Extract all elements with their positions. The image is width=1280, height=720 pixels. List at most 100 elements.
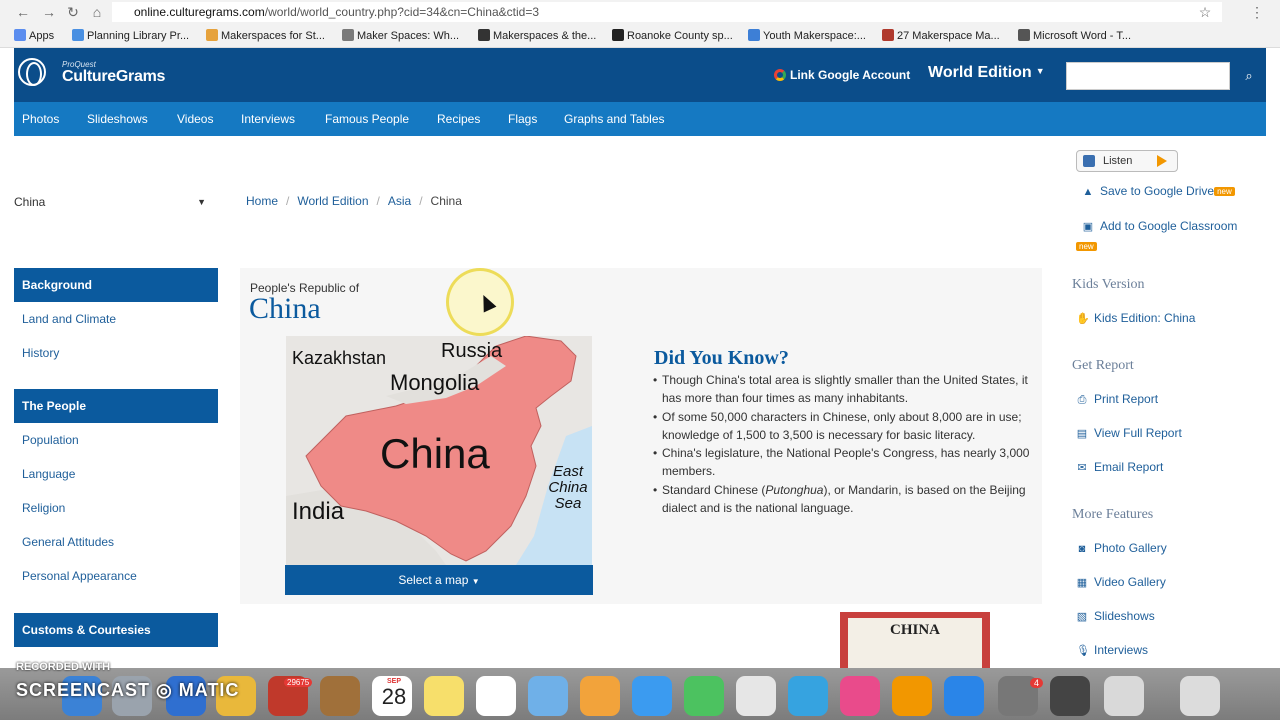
bookmark-item[interactable]: Makerspaces for St...: [206, 28, 325, 44]
caret-down-icon: ▼: [471, 577, 480, 586]
nav-link-videos[interactable]: Videos: [177, 112, 213, 126]
country-select-value: China: [14, 195, 46, 209]
nav-link-slideshows[interactable]: Slideshows: [87, 112, 148, 126]
fact-text: Standard Chinese (: [662, 482, 766, 497]
bookmark-item[interactable]: Apps: [14, 28, 54, 44]
interviews-link[interactable]: 🎙 Interviews: [1076, 643, 1148, 657]
breadcrumb: Home / World Edition / Asia / China: [246, 194, 462, 208]
dock-app-icon[interactable]: [788, 676, 828, 716]
dock-app-icon[interactable]: [1050, 676, 1090, 716]
sidebar-item-religion[interactable]: Religion: [22, 501, 65, 515]
bookmark-favicon-icon: [612, 29, 624, 41]
bookmark-item[interactable]: Makerspaces & the...: [478, 28, 596, 44]
fact-item: Standard Chinese (Putonghua), or Mandari…: [653, 481, 1032, 518]
bookmark-item[interactable]: Planning Library Pr...: [72, 28, 189, 44]
forward-icon[interactable]: →: [40, 3, 58, 21]
reload-icon[interactable]: ↻: [64, 3, 82, 21]
report-image-title: CHINA: [889, 622, 940, 638]
bookmark-item[interactable]: Roanoke County sp...: [612, 28, 733, 44]
film-icon: ▦: [1076, 577, 1088, 589]
dock-app-icon[interactable]: [892, 676, 932, 716]
email-report-link[interactable]: ✉ Email Report: [1076, 460, 1163, 474]
dock-app-icon[interactable]: [580, 676, 620, 716]
nav-link-flags[interactable]: Flags: [508, 112, 537, 126]
dock-app-icon[interactable]: [424, 676, 464, 716]
kids-edition-link[interactable]: ✋ Kids Edition: China: [1076, 311, 1195, 325]
bookmark-label: Makerspaces for St...: [221, 30, 325, 42]
dock-app-icon[interactable]: [840, 676, 880, 716]
dock-app-icon[interactable]: [684, 676, 724, 716]
video-gallery-link[interactable]: ▦ Video Gallery: [1076, 575, 1166, 589]
home-icon[interactable]: ⌂: [88, 3, 106, 21]
print-report-link[interactable]: ⎙ Print Report: [1076, 392, 1158, 407]
link-google-account[interactable]: Link Google Account: [774, 68, 910, 82]
dock-app-icon[interactable]: [320, 676, 360, 716]
map-label-mongolia: Mongolia: [390, 370, 480, 395]
bookmark-item[interactable]: 27 Makerspace Ma...: [882, 28, 1000, 44]
nav-link-photos[interactable]: Photos: [22, 112, 59, 126]
caret-down-icon: ▼: [1035, 66, 1045, 76]
dock-app-icon[interactable]: [1104, 676, 1144, 716]
sidebar-item-history[interactable]: History: [22, 346, 59, 360]
bookmarks-bar: Apps Planning Library Pr... Makerspaces fo…: [0, 24, 1280, 48]
bookmark-item[interactable]: Maker Spaces: Wh...: [342, 28, 459, 44]
star-icon[interactable]: ☆: [1196, 3, 1214, 21]
bookmark-item[interactable]: Microsoft Word - T...: [1018, 28, 1131, 44]
dock-app-icon[interactable]: [736, 676, 776, 716]
sidebar-item-land-and-climate[interactable]: Land and Climate: [22, 312, 116, 326]
menu-icon[interactable]: ⋮: [1248, 3, 1266, 21]
slideshows-link[interactable]: ▧ Slideshows: [1076, 609, 1155, 623]
nav-link-graphs-and-tables[interactable]: Graphs and Tables: [564, 112, 665, 126]
save-drive-label: Save to Google Drive: [1100, 184, 1215, 198]
kids-version-heading: Kids Version: [1072, 277, 1145, 292]
dock-app-icon[interactable]: [528, 676, 568, 716]
dock-app-icon[interactable]: [476, 676, 516, 716]
video-gallery-label: Video Gallery: [1094, 575, 1166, 589]
breadcrumb-item[interactable]: Home: [246, 194, 278, 208]
nav-link-recipes[interactable]: Recipes: [437, 112, 480, 126]
interviews-label: Interviews: [1094, 643, 1149, 657]
report-preview-image[interactable]: CHINA: [840, 612, 990, 668]
bookmark-item[interactable]: Youth Makerspace:...: [748, 28, 866, 44]
sidebar-item-language[interactable]: Language: [22, 467, 75, 481]
print-report-label: Print Report: [1094, 392, 1159, 406]
address-bar[interactable]: online.culturegrams.com/world/world_coun…: [112, 2, 1222, 22]
select-map-button[interactable]: Select a map ▼: [285, 565, 593, 595]
edition-dropdown[interactable]: World Edition ▼: [928, 64, 1045, 82]
view-full-report-link[interactable]: ▤ View Full Report: [1076, 426, 1182, 440]
trash-icon[interactable]: [1180, 676, 1220, 716]
breadcrumb-item[interactable]: Asia: [388, 194, 411, 208]
sidebar-section-background[interactable]: Background: [14, 268, 218, 302]
globe-logo-icon[interactable]: [18, 58, 46, 86]
mail-badge: 29675: [284, 678, 313, 687]
country-select[interactable]: China ▼: [14, 192, 210, 212]
back-icon[interactable]: ←: [14, 3, 32, 21]
fact-item: Though China's total area is slightly sm…: [653, 371, 1032, 408]
search-input[interactable]: [1066, 62, 1230, 90]
breadcrumb-item[interactable]: World Edition: [297, 194, 368, 208]
logo-text[interactable]: CultureGrams: [62, 68, 165, 86]
link-google-label: Link Google Account: [790, 68, 911, 82]
sidebar-item-general-attitudes[interactable]: General Attitudes: [22, 535, 114, 549]
listen-label: Listen: [1103, 155, 1133, 167]
dock-app-icon[interactable]: [944, 676, 984, 716]
nav-link-famous-people[interactable]: Famous People: [325, 112, 409, 126]
browser-toolbar: ← → ↻ ⌂ online.culturegrams.com/world/wo…: [0, 0, 1280, 24]
sidebar-item-personal-appearance[interactable]: Personal Appearance: [22, 569, 137, 583]
did-you-know-title: Did You Know?: [654, 347, 789, 369]
add-google-classroom-link[interactable]: ▣ Add to Google Classroom: [1082, 219, 1238, 233]
country-map[interactable]: Kazakhstan Russia Mongolia China India E…: [286, 336, 592, 565]
save-google-drive-link[interactable]: ▲ Save to Google Drive new: [1082, 184, 1235, 198]
sidebar-section-customs-courtesies[interactable]: Customs & Courtesies: [14, 613, 218, 647]
dock-app-icon[interactable]: [632, 676, 672, 716]
listen-button[interactable]: Listen: [1076, 150, 1178, 172]
sidebar-item-population[interactable]: Population: [22, 433, 79, 447]
breadcrumb-item: China: [430, 194, 462, 208]
search-button[interactable]: ⌕: [1232, 62, 1266, 90]
bookmark-favicon-icon: [478, 29, 490, 41]
nav-link-interviews[interactable]: Interviews: [241, 112, 295, 126]
recorded-with-label: RECORDED WITH: [16, 661, 111, 673]
photo-gallery-link[interactable]: ◙ Photo Gallery: [1076, 541, 1167, 555]
sidebar-section-the-people[interactable]: The People: [14, 389, 218, 423]
play-icon: [1157, 155, 1167, 167]
